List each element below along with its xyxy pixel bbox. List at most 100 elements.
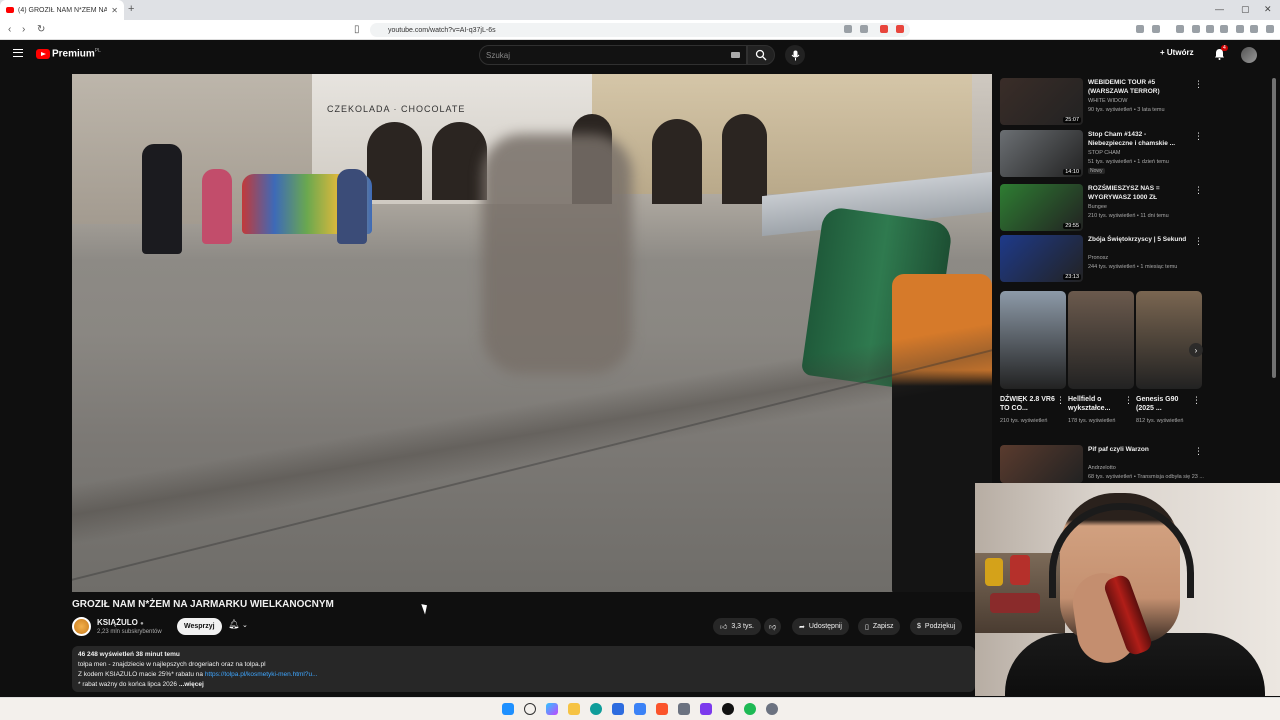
more-options-icon[interactable]: ⋮ [1124, 395, 1133, 406]
recommendation-thumbnail[interactable]: 29:55 [1000, 184, 1083, 231]
more-options-icon[interactable]: ⋮ [1194, 79, 1203, 90]
leo-icon[interactable] [1250, 25, 1258, 33]
reload-icon[interactable]: ↻ [37, 24, 45, 35]
short-thumbnail[interactable] [1068, 291, 1134, 389]
app-icon[interactable] [700, 703, 712, 715]
video-frame-person [337, 169, 367, 244]
short-thumbnail[interactable] [1136, 291, 1202, 389]
shorts-next-icon[interactable]: › [1189, 343, 1203, 357]
brave-icon[interactable] [656, 703, 668, 715]
brave-shield-icon[interactable] [880, 25, 888, 33]
recommendation-title[interactable]: Pif paf czyli Warzon [1088, 445, 1188, 454]
back-icon[interactable]: ‹ [8, 24, 11, 35]
video-player[interactable]: CZEKOLADA · CHOCOLATE [72, 74, 992, 592]
recommendation-channel[interactable]: Bungee [1088, 204, 1107, 210]
voice-search-button[interactable] [785, 45, 805, 65]
app-icon[interactable] [722, 703, 734, 715]
more-options-icon[interactable]: ⋮ [1056, 395, 1065, 406]
channel-subscribers: 2,23 mln subskrybentów [97, 629, 162, 635]
start-menu-icon[interactable] [502, 703, 514, 715]
short-title[interactable]: DŹWIĘK 2.8 VR6 TO CO... [1000, 395, 1058, 413]
spotify-icon[interactable] [744, 703, 756, 715]
support-button[interactable]: Wesprzyj [177, 618, 222, 635]
brave-rewards-icon[interactable] [896, 25, 904, 33]
youtube-logo-icon[interactable] [36, 49, 50, 59]
recommendation-channel[interactable]: STOP CHAM [1088, 150, 1121, 156]
short-title[interactable]: Genesis G90 (2025 ... [1136, 395, 1194, 413]
more-options-icon[interactable]: ⋮ [1194, 131, 1203, 142]
recommendation-item[interactable]: Pif paf czyli Warzon Andrzelotto 68 tys.… [1000, 445, 1205, 489]
file-explorer-icon[interactable] [568, 703, 580, 715]
toolbar-extension-icon[interactable] [1136, 25, 1144, 33]
user-avatar[interactable] [1241, 47, 1257, 63]
recommendation-title[interactable]: Zbója Świętokrzyscy | 5 Sekund [1088, 235, 1188, 244]
recommendation-item[interactable]: 29:55 ROZŚMIESZYSZ NAS = WYGRYWASZ 1000 … [1000, 184, 1205, 232]
wallet-icon[interactable] [1220, 25, 1228, 33]
recommendation-channel[interactable]: Andrzelotto [1088, 465, 1116, 471]
toolbar-extension-icon[interactable] [1192, 25, 1200, 33]
dislike-button[interactable]: 👎︎ [764, 618, 782, 635]
channel-name[interactable]: KSIĄŻULO ● [97, 618, 144, 627]
description-link[interactable]: https://tolpa.pl/kosmetyki-men.html?u... [205, 671, 318, 678]
toolbar-extension-icon[interactable] [1152, 25, 1160, 33]
browser-tab[interactable]: (4) GROZIŁ NAM N*ŻEM NA... ✕ [0, 0, 124, 20]
page-scrollbar[interactable] [1272, 78, 1276, 378]
like-button[interactable]: 👍︎ 3,3 tys. [713, 618, 761, 635]
save-button[interactable]: ▯ Zapisz [858, 618, 901, 635]
search-input[interactable]: Szukaj [479, 45, 747, 65]
menu-icon[interactable] [1266, 25, 1274, 33]
subscription-bell-button[interactable]: 🔔︎ ⌄ [228, 619, 248, 630]
sidebar-icon[interactable] [1206, 25, 1214, 33]
recommendation-channel[interactable]: WHITE WIDOW [1088, 98, 1127, 104]
maximize-icon[interactable]: ▢ [1241, 4, 1250, 15]
more-options-icon[interactable]: ⋮ [1194, 185, 1203, 196]
thanks-button[interactable]: $ Podziękuj [910, 618, 963, 635]
recommendation-channel[interactable]: Pronosz [1088, 255, 1108, 261]
short-thumbnail[interactable] [1000, 291, 1066, 389]
recommendation-item[interactable]: 25:07 WEBIDEMIC TOUR #5 (WARSZAWA TERROR… [1000, 78, 1205, 126]
recommendation-title[interactable]: ROZŚMIESZYSZ NAS = WYGRYWASZ 1000 ZŁ [1088, 184, 1188, 202]
youtube-premium-logo[interactable]: PremiumPL [52, 48, 101, 59]
recommendation-thumbnail[interactable]: 25:07 [1000, 78, 1083, 125]
recommendation-item[interactable]: 14:10 Stop Cham #1432 - Niebezpieczne i … [1000, 130, 1205, 178]
video-frame-blur [482, 134, 632, 374]
recommendation-item[interactable]: 23:13 Zbója Świętokrzyscy | 5 Sekund Pro… [1000, 235, 1205, 283]
copilot-icon[interactable] [546, 703, 558, 715]
store-icon[interactable] [612, 703, 624, 715]
forward-icon[interactable]: › [22, 24, 25, 35]
bookmark-icon[interactable]: ▯ [354, 24, 360, 35]
close-window-icon[interactable]: ✕ [1264, 4, 1272, 15]
extension-icon[interactable] [844, 25, 852, 33]
more-options-icon[interactable]: ⋮ [1192, 395, 1201, 406]
new-tab-icon[interactable]: + [128, 3, 134, 15]
description-box[interactable]: 46 248 wyświetleń 38 minut temu tołpa me… [72, 646, 975, 692]
vpn-icon[interactable] [1236, 25, 1244, 33]
share-page-icon[interactable] [860, 25, 868, 33]
hamburger-menu-icon[interactable] [13, 49, 23, 57]
search-button[interactable] [747, 45, 775, 65]
edge-icon[interactable] [590, 703, 602, 715]
downloads-icon[interactable] [1176, 25, 1184, 33]
short-title[interactable]: Hellfield o wykształce... [1068, 395, 1126, 413]
recommendation-thumbnail[interactable] [1000, 445, 1083, 483]
recommendation-title[interactable]: Stop Cham #1432 - Niebezpieczne i chamsk… [1088, 130, 1188, 148]
more-options-icon[interactable]: ⋮ [1194, 236, 1203, 247]
app-icon[interactable] [678, 703, 690, 715]
channel-avatar[interactable] [72, 617, 91, 636]
recommendation-thumbnail[interactable]: 14:10 [1000, 130, 1083, 177]
create-button[interactable]: + Utwórz [1160, 48, 1194, 57]
close-tab-icon[interactable]: ✕ [111, 6, 118, 15]
settings-gear-icon[interactable] [766, 703, 778, 715]
more-options-icon[interactable]: ⋮ [1194, 446, 1203, 457]
share-button[interactable]: ➦ Udostępnij [792, 618, 849, 635]
search-icon[interactable] [524, 703, 536, 715]
keyboard-icon[interactable] [731, 52, 740, 58]
url-field[interactable]: youtube.com/watch?v=AI-q37jL-6s [370, 23, 910, 37]
bookmark-add-icon: ▯ [865, 623, 869, 631]
show-more-link[interactable]: ...więcej [179, 681, 204, 688]
recommendation-thumbnail[interactable]: 23:13 [1000, 235, 1083, 282]
recommendation-title[interactable]: WEBIDEMIC TOUR #5 (WARSZAWA TERROR) [1088, 78, 1188, 96]
minimize-icon[interactable]: — [1215, 4, 1224, 14]
bell-icon: 🔔︎ [228, 619, 240, 629]
mail-icon[interactable] [634, 703, 646, 715]
